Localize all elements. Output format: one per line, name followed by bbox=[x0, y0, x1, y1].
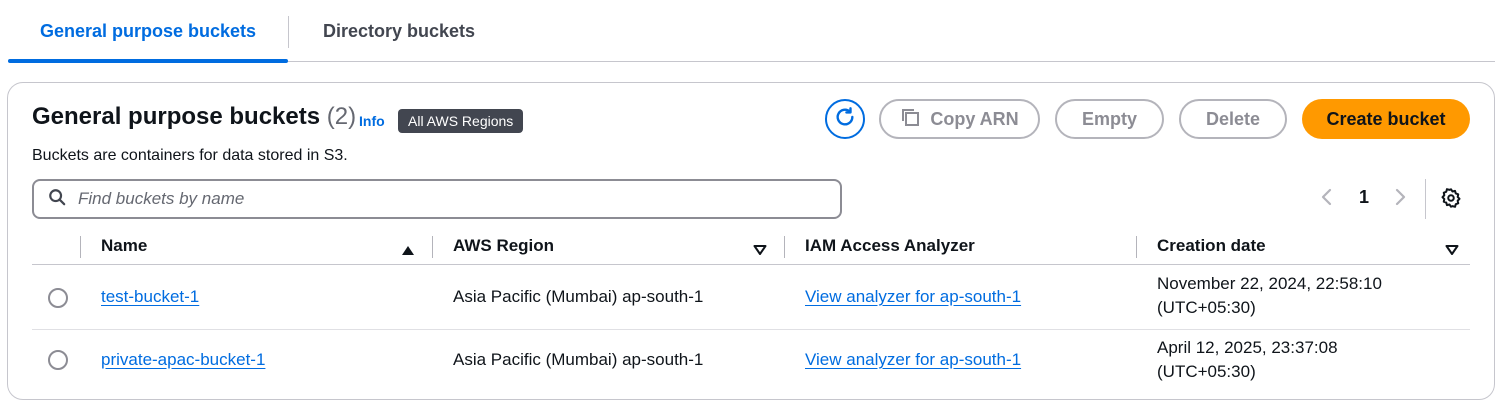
page-title-text: General purpose buckets bbox=[32, 103, 321, 130]
bucket-region: Asia Pacific (Mumbai) ap-south-1 bbox=[453, 287, 704, 306]
bucket-count: (2) bbox=[326, 103, 357, 130]
page-description: Buckets are containers for data stored i… bbox=[32, 147, 348, 164]
region-badge: All AWS Regions bbox=[398, 109, 524, 133]
page-title: General purpose buckets (2) bbox=[32, 103, 356, 131]
column-divider bbox=[432, 236, 433, 258]
column-header-region[interactable]: AWS Region bbox=[453, 236, 554, 256]
bucket-type-tabs: General purpose buckets Directory bucket… bbox=[8, 0, 1495, 63]
column-divider bbox=[784, 236, 785, 258]
creation-date-timezone: (UTC+05:30) bbox=[1157, 362, 1256, 381]
previous-page-button[interactable] bbox=[1320, 181, 1334, 217]
buckets-panel: General purpose buckets (2) Info All AWS… bbox=[7, 82, 1495, 400]
creation-date: April 12, 2025, 23:37:08 (UTC+05:30) bbox=[1157, 336, 1338, 384]
column-header-creation-date[interactable]: Creation date bbox=[1157, 236, 1266, 256]
bucket-name-link[interactable]: private-apac-bucket-1 bbox=[101, 350, 265, 370]
creation-date-line: November 22, 2024, 22:58:10 bbox=[1157, 274, 1382, 293]
gear-icon bbox=[1440, 188, 1462, 213]
pagination-divider bbox=[1425, 179, 1426, 219]
sort-descending-icon[interactable] bbox=[753, 242, 767, 260]
search-input[interactable] bbox=[78, 189, 798, 209]
table-header-divider bbox=[32, 264, 1470, 265]
next-page-button[interactable] bbox=[1393, 181, 1407, 217]
column-header-iam-access-analyzer: IAM Access Analyzer bbox=[805, 236, 975, 255]
creation-date-timezone: (UTC+05:30) bbox=[1157, 298, 1256, 317]
view-analyzer-link[interactable]: View analyzer for ap-south-1 bbox=[805, 350, 1021, 370]
copy-icon bbox=[900, 107, 920, 132]
create-bucket-button[interactable]: Create bucket bbox=[1302, 99, 1470, 139]
column-divider bbox=[1136, 236, 1137, 258]
refresh-icon bbox=[834, 106, 856, 133]
creation-date-line: April 12, 2025, 23:37:08 bbox=[1157, 338, 1338, 357]
sort-ascending-icon[interactable] bbox=[401, 242, 415, 260]
sort-descending-icon[interactable] bbox=[1445, 242, 1459, 260]
info-link[interactable]: Info bbox=[359, 113, 385, 129]
bucket-name-link[interactable]: test-bucket-1 bbox=[101, 287, 199, 307]
row-select-radio[interactable] bbox=[48, 288, 68, 308]
view-analyzer-link[interactable]: View analyzer for ap-south-1 bbox=[805, 287, 1021, 307]
chevron-left-icon bbox=[1320, 187, 1334, 212]
page-number[interactable]: 1 bbox=[1359, 187, 1369, 208]
search-field[interactable] bbox=[32, 179, 842, 219]
row-select-radio[interactable] bbox=[48, 350, 68, 370]
bucket-region: Asia Pacific (Mumbai) ap-south-1 bbox=[453, 350, 704, 369]
chevron-right-icon bbox=[1393, 187, 1407, 212]
table-settings-button[interactable] bbox=[1440, 187, 1462, 214]
tab-general-purpose-buckets[interactable]: General purpose buckets bbox=[8, 0, 288, 63]
search-icon bbox=[48, 188, 66, 211]
table-row-divider bbox=[32, 329, 1470, 330]
column-divider bbox=[80, 236, 81, 258]
copy-arn-label: Copy ARN bbox=[930, 108, 1019, 129]
empty-button[interactable]: Empty bbox=[1055, 99, 1164, 139]
delete-button[interactable]: Delete bbox=[1179, 99, 1287, 139]
copy-arn-button[interactable]: Copy ARN bbox=[879, 99, 1040, 139]
tab-directory-buckets[interactable]: Directory buckets bbox=[289, 0, 509, 62]
creation-date: November 22, 2024, 22:58:10 (UTC+05:30) bbox=[1157, 272, 1382, 320]
refresh-button[interactable] bbox=[825, 99, 865, 139]
column-header-name[interactable]: Name bbox=[101, 236, 147, 256]
